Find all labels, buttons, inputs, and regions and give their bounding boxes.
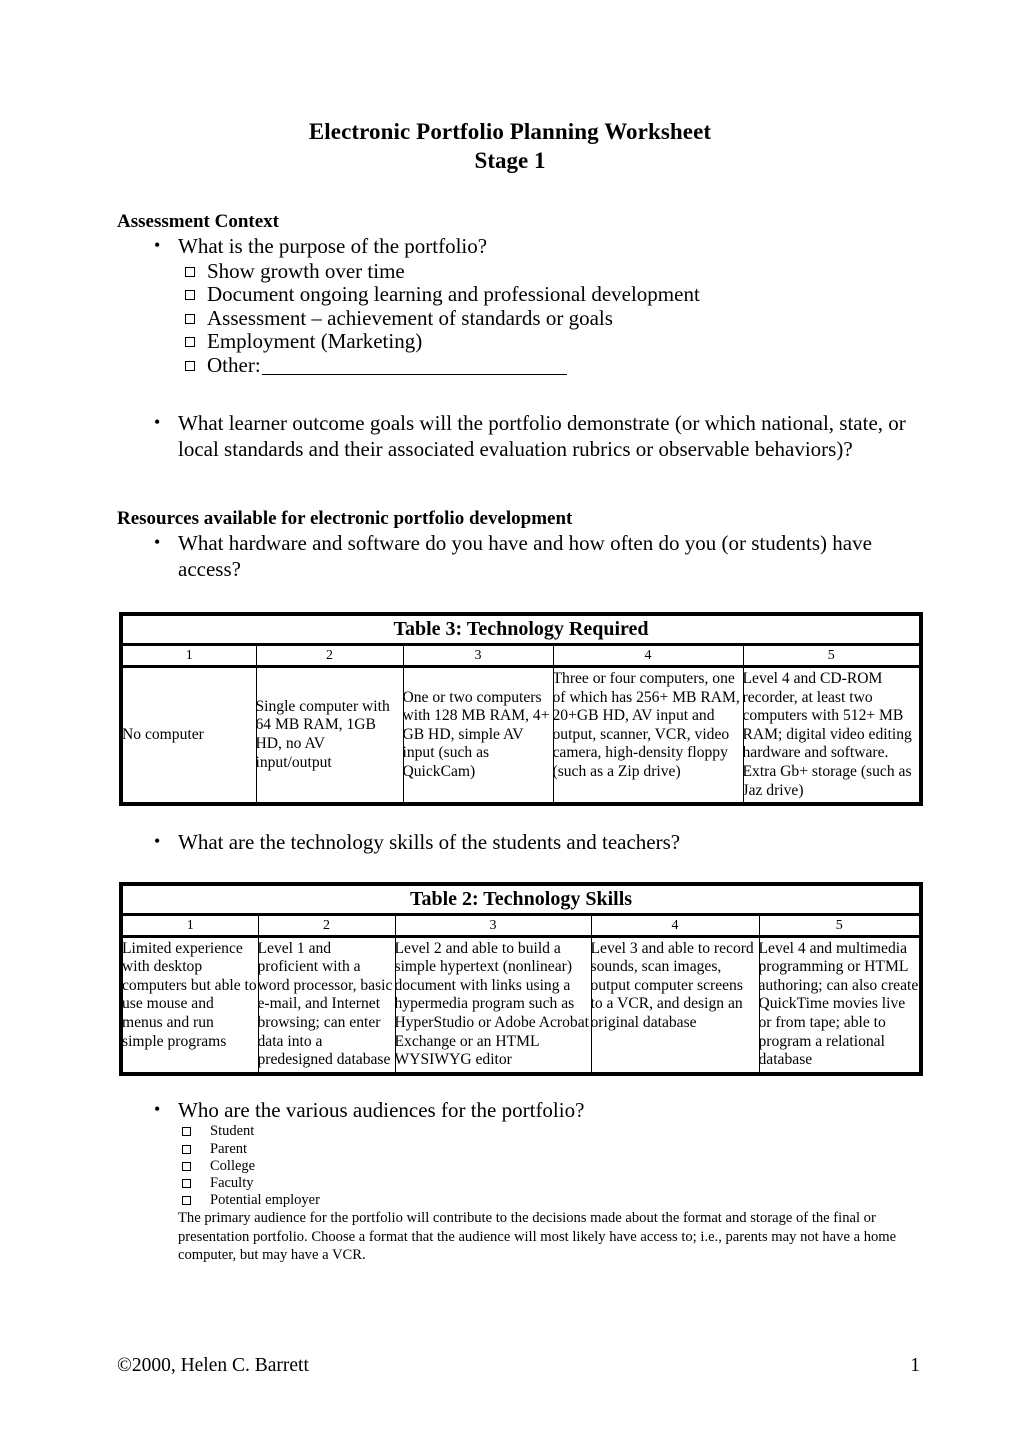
table2-cell-3-text: Level 2 and able to build a simple hyper… xyxy=(395,939,589,1069)
checkbox-option-growth[interactable]: Show growth over time xyxy=(185,259,1020,284)
question-purpose: What is the purpose of the portfolio? xyxy=(154,233,920,260)
footer-page-number: 1 xyxy=(910,1355,920,1376)
purpose-options-list: Show growth over time Document ongoing l… xyxy=(0,259,1020,378)
table3-level-1: 1 xyxy=(120,644,257,668)
heading-assessment-context: Assessment Context xyxy=(117,211,280,232)
document-page: Electronic Portfolio Planning Worksheet … xyxy=(0,118,1020,1438)
question-learner-outcomes: What learner outcome goals will the port… xyxy=(154,410,920,462)
table-row-caption: Table 3: Technology Required xyxy=(120,613,922,646)
table3-cell-3-text: One or two computers with 128 MB RAM, 4+… xyxy=(403,688,550,780)
table-row: Limited experience with desktop computer… xyxy=(120,935,922,1075)
checkbox-option-employment[interactable]: Employment (Marketing) xyxy=(185,329,1020,354)
skills-question-list: What are the technology skills of the st… xyxy=(0,829,1020,856)
purpose-question-list: What is the purpose of the portfolio? xyxy=(0,233,1020,260)
table2-cell-1-text: Limited experience with desktop computer… xyxy=(122,939,257,1050)
table-row-caption: Table 2: Technology Skills xyxy=(120,883,922,916)
table2-level-4: 4 xyxy=(590,913,760,938)
heading-resources: Resources available for electronic portf… xyxy=(117,508,573,529)
table2-cell-4-text: Level 3 and able to record sounds, scan … xyxy=(591,939,754,1032)
table2-caption: Table 2: Technology Skills xyxy=(120,883,922,916)
table2-cell-2: Level 1 and proficient with a word proce… xyxy=(257,935,396,1075)
page-footer: ©2000, Helen C. Barrett 1 xyxy=(117,1354,920,1378)
table3-cell-1: No computer xyxy=(120,666,257,805)
table3-cell-2-text: Single computer with 64 MB RAM, 1GB HD, … xyxy=(256,697,390,771)
table3-level-4: 4 xyxy=(552,644,744,668)
hardware-question-list: What hardware and software do you have a… xyxy=(0,530,1020,582)
table2-level-3: 3 xyxy=(394,913,592,938)
table2-level-5: 5 xyxy=(758,913,922,938)
table-row-levels: 1 2 3 4 5 xyxy=(120,913,922,938)
table2-cell-4: Level 3 and able to record sounds, scan … xyxy=(590,935,760,1075)
table2-level-1: 1 xyxy=(120,913,259,938)
title-block: Electronic Portfolio Planning Worksheet … xyxy=(0,118,1020,175)
table3-level-2: 2 xyxy=(255,644,404,668)
checkbox-option-assessment[interactable]: Assessment – achievement of standards or… xyxy=(185,306,1020,331)
table2-cell-2-text: Level 1 and proficient with a word proce… xyxy=(258,939,393,1069)
table2-cell-3: Level 2 and able to build a simple hyper… xyxy=(394,935,592,1075)
checkbox-option-document-learning[interactable]: Document ongoing learning and profession… xyxy=(185,282,1020,307)
table2-level-2: 2 xyxy=(257,913,396,938)
table3-cell-5: Level 4 and CD-ROM recorder, at least tw… xyxy=(742,666,922,805)
table3-cell-3: One or two computers with 128 MB RAM, 4+… xyxy=(402,666,554,805)
table3-cell-4-text: Three or four computers, one of which ha… xyxy=(553,670,740,780)
page-subtitle: Stage 1 xyxy=(474,148,546,173)
table2-cell-5-text: Level 4 and multimedia programming or HT… xyxy=(759,939,919,1069)
other-label: Other: xyxy=(207,352,261,377)
table3-cell-1-text: No computer xyxy=(122,725,204,743)
checkbox-audience-potential-employer[interactable]: Potential employer xyxy=(182,1192,1020,1209)
outcomes-question-list: What learner outcome goals will the port… xyxy=(0,410,1020,462)
table-row: No computer Single computer with 64 MB R… xyxy=(120,666,922,805)
table-technology-skills: Table 2: Technology Skills 1 2 3 4 5 Lim… xyxy=(119,881,923,1076)
checkbox-audience-parent[interactable]: Parent xyxy=(182,1141,1020,1158)
question-audiences: Who are the various audiences for the po… xyxy=(154,1097,920,1124)
table3-level-5: 5 xyxy=(742,644,922,668)
table-row-levels: 1 2 3 4 5 xyxy=(120,644,922,668)
audience-note: The primary audience for the portfolio w… xyxy=(178,1210,897,1263)
checkbox-audience-college[interactable]: College xyxy=(182,1158,1020,1175)
table3-cell-5-text: Level 4 and CD-ROM recorder, at least tw… xyxy=(743,670,912,799)
table3-cell-2: Single computer with 64 MB RAM, 1GB HD, … xyxy=(255,666,404,805)
audience-options-list: Student Parent College Faculty Potential… xyxy=(0,1123,1020,1209)
table-technology-required: Table 3: Technology Required 1 2 3 4 5 N… xyxy=(119,612,923,807)
other-fill-in-line[interactable] xyxy=(261,373,567,375)
table2-cell-5: Level 4 and multimedia programming or HT… xyxy=(758,935,922,1075)
checkbox-audience-student[interactable]: Student xyxy=(182,1123,1020,1140)
audiences-question-list: Who are the various audiences for the po… xyxy=(0,1097,1020,1124)
checkbox-audience-faculty[interactable]: Faculty xyxy=(182,1175,1020,1192)
table2-cell-1: Limited experience with desktop computer… xyxy=(120,935,259,1075)
table3-level-3: 3 xyxy=(402,644,554,668)
footer-copyright: ©2000, Helen C. Barrett xyxy=(117,1355,309,1376)
question-technology-skills: What are the technology skills of the st… xyxy=(154,829,920,856)
table3-cell-4: Three or four computers, one of which ha… xyxy=(552,666,744,805)
table3-caption: Table 3: Technology Required xyxy=(120,613,922,646)
question-hardware-software: What hardware and software do you have a… xyxy=(154,530,920,582)
page-title: Electronic Portfolio Planning Worksheet xyxy=(308,119,712,144)
checkbox-option-other[interactable]: Other: xyxy=(185,352,1020,378)
